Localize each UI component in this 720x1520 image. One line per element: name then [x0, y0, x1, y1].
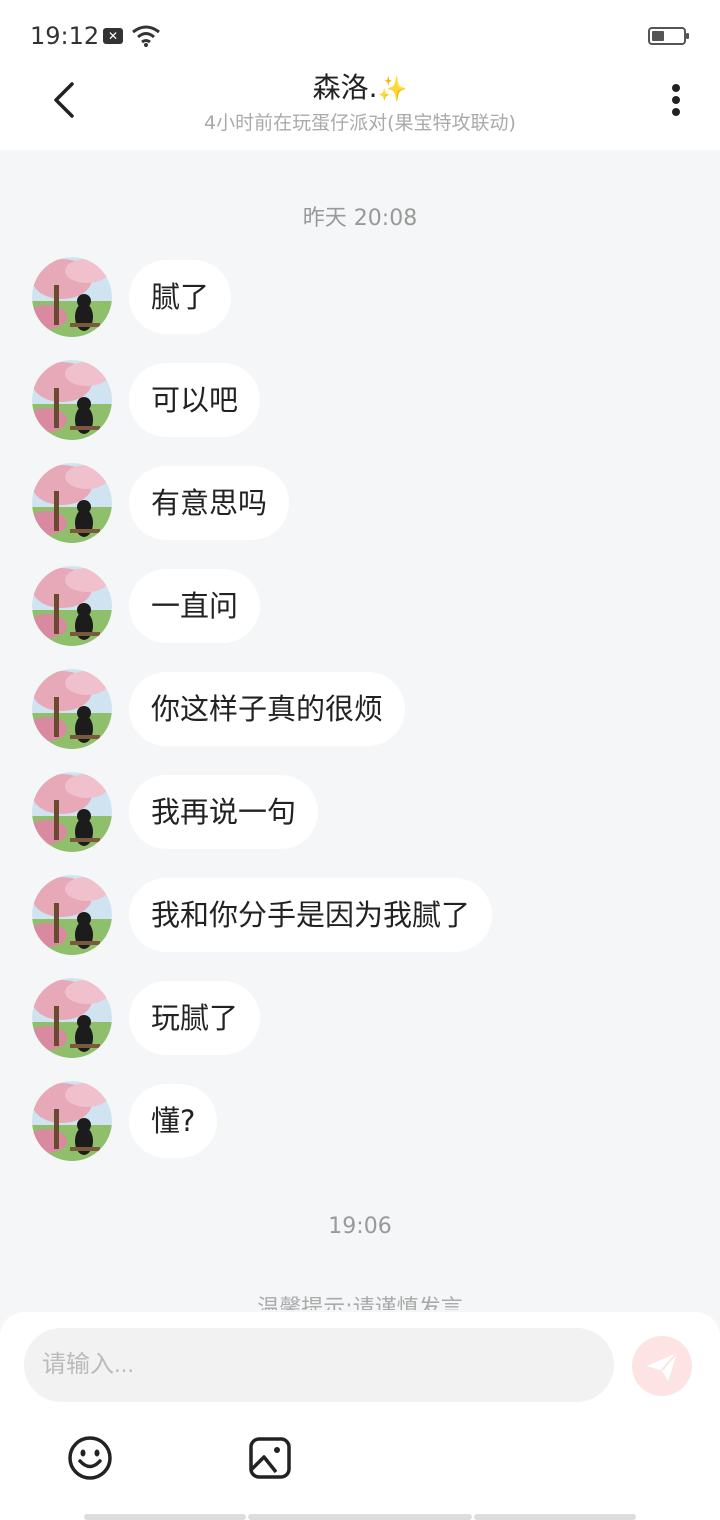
bottom-divider: [248, 1514, 472, 1520]
message-bubble[interactable]: 腻了: [129, 260, 232, 334]
wifi-icon: [132, 25, 160, 47]
sparkle-icon: ✨: [377, 75, 408, 103]
avatar[interactable]: [32, 978, 112, 1058]
message-bubble[interactable]: 我再说一句: [129, 775, 319, 849]
avatar-image: [32, 1081, 112, 1161]
contact-name-text: 森洛.: [312, 71, 378, 104]
message-bubble[interactable]: 一直问: [129, 569, 261, 643]
chat-area[interactable]: 昨天 20:08 腻了 可以吧 有意思吗 一直问 你这样子真的很烦 我再说一句 …: [0, 150, 720, 1310]
contact-status: 4小时前在玩蛋仔派对(果宝特攻联动): [204, 112, 516, 134]
contact-name: 森洛.✨: [0, 70, 720, 107]
timestamp-yesterday: 昨天 20:08: [302, 206, 418, 231]
notification-x-icon: ✕: [103, 28, 123, 44]
warning-notice: 温馨提示:请谨慎发言: [257, 1296, 463, 1310]
battery-icon: [648, 27, 689, 45]
avatar[interactable]: [32, 772, 112, 852]
timestamp-today: 19:06: [328, 1214, 392, 1239]
avatar-image: [32, 463, 112, 543]
status-bar: 19:12 ✕: [0, 0, 720, 70]
avatar-image: [32, 257, 112, 337]
input-panel: [0, 1312, 720, 1520]
message-bubble[interactable]: 有意思吗: [129, 466, 290, 540]
avatar[interactable]: [32, 257, 112, 337]
avatar[interactable]: [32, 669, 112, 749]
avatar-image: [32, 978, 112, 1058]
message-bubble[interactable]: 我和你分手是因为我腻了: [129, 878, 493, 952]
avatar-image: [32, 669, 112, 749]
send-button[interactable]: [632, 1336, 692, 1396]
battery-level: [652, 31, 664, 41]
avatar[interactable]: [32, 566, 112, 646]
message-bubble[interactable]: 懂?: [129, 1084, 218, 1158]
message-bubble[interactable]: 可以吧: [129, 363, 261, 437]
message-bubble[interactable]: 玩腻了: [129, 981, 261, 1055]
bottom-divider: [474, 1514, 636, 1520]
more-options-icon[interactable]: [660, 80, 692, 120]
avatar[interactable]: [32, 875, 112, 955]
chat-header: 森洛.✨ 4小时前在玩蛋仔派对(果宝特攻联动): [0, 70, 720, 150]
avatar-image: [32, 875, 112, 955]
bottom-divider: [84, 1514, 246, 1520]
message-bubble[interactable]: 你这样子真的很烦: [129, 672, 406, 746]
send-plane-icon: [646, 1353, 677, 1382]
avatar[interactable]: [32, 463, 112, 543]
avatar[interactable]: [32, 1081, 112, 1161]
avatar-image: [32, 566, 112, 646]
status-time: 19:12: [30, 22, 100, 50]
image-icon[interactable]: [246, 1434, 294, 1482]
avatar[interactable]: [32, 360, 112, 440]
emoji-icon[interactable]: [66, 1434, 114, 1482]
avatar-image: [32, 360, 112, 440]
avatar-image: [32, 772, 112, 852]
message-input[interactable]: [24, 1328, 614, 1402]
